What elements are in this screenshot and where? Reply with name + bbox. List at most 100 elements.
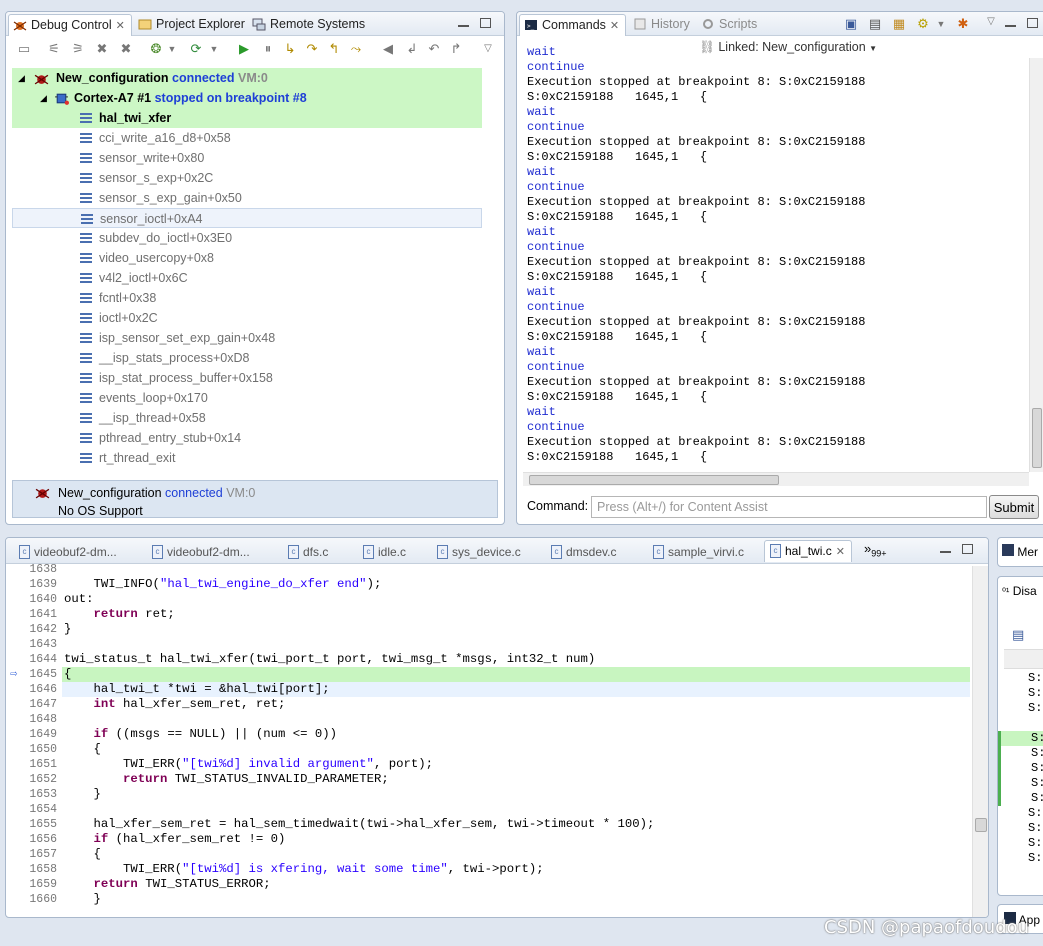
remove-all-icon[interactable]: ✖ bbox=[118, 41, 134, 57]
stack-frame[interactable]: events_loop+0x170 bbox=[12, 388, 482, 408]
view-menu-icon[interactable]: ▽ bbox=[480, 41, 496, 57]
stack-frame[interactable]: isp_stat_process_buffer+0x158 bbox=[12, 368, 482, 388]
core-row[interactable]: ◢ Cortex-A7 #1 stopped on breakpoint #8 bbox=[12, 88, 482, 108]
code-line[interactable]: } bbox=[62, 787, 970, 802]
code-line[interactable]: twi_status_t hal_twi_xfer(twi_port_t por… bbox=[62, 652, 970, 667]
scroll-thumb[interactable] bbox=[1032, 408, 1042, 468]
tab-memory[interactable]: Mer bbox=[1002, 544, 1038, 559]
remove-icon[interactable]: ✖ bbox=[94, 41, 110, 57]
expand-arrow-icon[interactable]: ◢ bbox=[40, 88, 47, 108]
script-run-icon[interactable]: ⚙ bbox=[915, 16, 931, 32]
step-return-icon[interactable]: ↰ bbox=[326, 41, 342, 57]
code-line[interactable]: return ret; bbox=[62, 607, 970, 622]
code-line[interactable]: TWI_INFO("hal_twi_engine_do_xfer end"); bbox=[62, 577, 970, 592]
code-line[interactable] bbox=[62, 562, 970, 577]
code-line[interactable]: if (hal_xfer_sem_ret != 0) bbox=[62, 832, 970, 847]
editor-tab[interactable]: c videobuf2-dm... bbox=[14, 542, 123, 562]
tab-remote-systems[interactable]: Remote Systems bbox=[248, 14, 371, 36]
code-line[interactable]: } bbox=[62, 622, 970, 637]
expand-arrow-icon[interactable]: ◢ bbox=[18, 68, 25, 88]
step-instr-icon[interactable]: ⤳ bbox=[348, 41, 364, 57]
clear-icon[interactable]: ▤ bbox=[867, 16, 883, 32]
tab-scripts[interactable]: Scripts bbox=[697, 14, 763, 36]
disasm-row[interactable]: S:0 bbox=[998, 746, 1043, 761]
console-horizontal-scrollbar[interactable] bbox=[523, 472, 1029, 486]
stack-frame[interactable]: pthread_entry_stub+0x14 bbox=[12, 428, 482, 448]
code-line[interactable] bbox=[62, 712, 970, 727]
bug-icon[interactable]: ✱ bbox=[955, 16, 971, 32]
disasm-row[interactable]: S:0 bbox=[998, 731, 1043, 746]
disasm-row[interactable]: S:0 bbox=[998, 686, 1043, 701]
editor-tab[interactable]: c hal_twi.c ✕ bbox=[764, 540, 852, 562]
step-over-icon[interactable]: ↷ bbox=[304, 41, 320, 57]
disasm-row[interactable]: S:0 bbox=[998, 821, 1043, 836]
collapse-all-icon[interactable]: ▭ bbox=[16, 41, 32, 57]
code-line[interactable]: } bbox=[62, 892, 970, 907]
disasm-row[interactable] bbox=[998, 716, 1043, 731]
stack-frame[interactable]: isp_sensor_set_exp_gain+0x48 bbox=[12, 328, 482, 348]
more-tabs-button[interactable]: »99+ bbox=[864, 541, 887, 559]
stack-frame[interactable]: rt_thread_exit bbox=[12, 448, 482, 468]
stack-frame[interactable]: subdev_do_ioctl+0x3E0 bbox=[12, 228, 482, 248]
disconnect-icon[interactable]: ⚞ bbox=[70, 41, 86, 57]
connect-icon[interactable]: ⚟ bbox=[46, 41, 62, 57]
reverse-run-icon[interactable]: ◀ bbox=[380, 41, 396, 57]
editor-tab[interactable]: c dmsdev.c bbox=[546, 542, 622, 562]
minimize-button[interactable] bbox=[940, 550, 951, 553]
dropdown-icon[interactable]: ▼ bbox=[933, 16, 949, 32]
disasm-row[interactable]: S:0 bbox=[998, 776, 1043, 791]
stack-frame[interactable]: v4l2_ioctl+0x6C bbox=[12, 268, 482, 288]
stack-frame[interactable]: sensor_ioctl+0xA4 bbox=[12, 208, 482, 228]
editor-tab[interactable]: c videobuf2-dm... bbox=[147, 542, 256, 562]
scroll-thumb[interactable] bbox=[529, 475, 779, 485]
step-into-icon[interactable]: ↳ bbox=[282, 41, 298, 57]
save-icon[interactable]: ▣ bbox=[843, 16, 859, 32]
stack-frame[interactable]: sensor_s_exp+0x2C bbox=[12, 168, 482, 188]
refresh-icon[interactable]: ⟳ bbox=[188, 41, 204, 57]
disasm-row[interactable]: S:0 bbox=[998, 806, 1043, 821]
code-line[interactable]: return TWI_STATUS_INVALID_PARAMETER; bbox=[62, 772, 970, 787]
maximize-button[interactable] bbox=[1027, 18, 1038, 28]
disasm-row[interactable]: S:0 bbox=[998, 791, 1043, 806]
code-line[interactable]: hal_xfer_sem_ret = hal_sem_timedwait(twi… bbox=[62, 817, 970, 832]
maximize-button[interactable] bbox=[480, 18, 491, 28]
maximize-button[interactable] bbox=[962, 544, 973, 554]
code-line[interactable]: hal_twi_t *twi = &hal_twi[port]; bbox=[62, 682, 970, 697]
editor-vertical-scrollbar[interactable] bbox=[972, 566, 988, 917]
editor-tab[interactable]: c idle.c bbox=[358, 542, 412, 562]
code-line[interactable]: { bbox=[62, 667, 970, 682]
close-icon[interactable]: ✕ bbox=[836, 546, 845, 558]
tab-debug-control[interactable]: Debug Control ✕ bbox=[8, 14, 132, 36]
close-icon[interactable]: ✕ bbox=[610, 20, 619, 32]
scroll-thumb[interactable] bbox=[975, 818, 987, 832]
tab-project-explorer[interactable]: Project Explorer bbox=[134, 14, 251, 36]
stack-frame[interactable]: hal_twi_xfer bbox=[12, 108, 482, 128]
code-line[interactable]: int hal_xfer_sem_ret, ret; bbox=[62, 697, 970, 712]
stack-frame[interactable]: cci_write_a16_d8+0x58 bbox=[12, 128, 482, 148]
filter-icon[interactable]: ❂ bbox=[148, 41, 164, 57]
code-line[interactable]: { bbox=[62, 847, 970, 862]
disasm-row[interactable]: S:0 bbox=[998, 671, 1043, 686]
tab-disassembly[interactable]: ⁰¹ Disa bbox=[1002, 584, 1037, 598]
stack-frame[interactable]: __isp_thread+0x58 bbox=[12, 408, 482, 428]
disasm-row[interactable]: S:0 bbox=[998, 836, 1043, 851]
export-icon[interactable]: ▦ bbox=[891, 16, 907, 32]
stack-frame[interactable]: __isp_stats_process+0xD8 bbox=[12, 348, 482, 368]
command-input[interactable]: Press (Alt+/) for Content Assist bbox=[591, 496, 987, 518]
code-line[interactable]: { bbox=[62, 742, 970, 757]
editor-tab[interactable]: c sample_virvi.c bbox=[648, 542, 750, 562]
run-icon[interactable]: ▶ bbox=[236, 41, 252, 57]
disasm-row[interactable]: S:0 bbox=[998, 851, 1043, 866]
code-area[interactable]: TWI_INFO("hal_twi_engine_do_xfer end"); o… bbox=[62, 562, 970, 917]
stack-frame[interactable]: fcntl+0x38 bbox=[12, 288, 482, 308]
close-icon[interactable]: ✕ bbox=[116, 20, 125, 32]
reverse-step-icon[interactable]: ↲ bbox=[404, 41, 420, 57]
tab-commands[interactable]: >_ Commands ✕ bbox=[519, 14, 627, 36]
dropdown-icon[interactable]: ▼ bbox=[164, 41, 180, 57]
console-vertical-scrollbar[interactable] bbox=[1029, 58, 1043, 472]
dropdown-icon[interactable]: ▼ bbox=[206, 41, 222, 57]
tab-history[interactable]: History bbox=[629, 14, 696, 36]
minimize-button[interactable] bbox=[1005, 24, 1016, 27]
pause-icon[interactable]: ⏸ bbox=[260, 41, 276, 57]
code-line[interactable]: TWI_ERR("[twi%d] invalid argument", port… bbox=[62, 757, 970, 772]
